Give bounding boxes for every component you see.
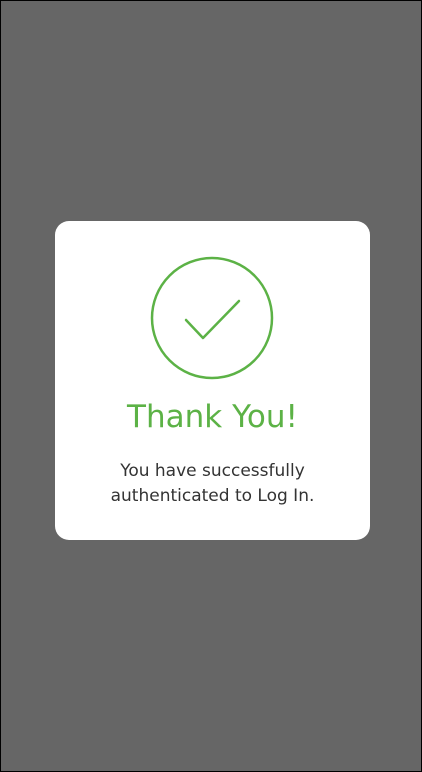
dialog-title: Thank You!	[127, 399, 298, 435]
dialog-message-line-2: authenticated to Log In.	[110, 486, 315, 506]
screen-backdrop: Thank You! You have successfully authent…	[0, 0, 422, 772]
dialog-message: You have successfully authenticated to L…	[75, 459, 350, 509]
check-circle-icon	[150, 256, 274, 380]
dialog-message-line-1: You have successfully	[120, 461, 305, 481]
check-circle-ring	[150, 256, 274, 380]
check-mark	[184, 299, 241, 340]
success-dialog: Thank You! You have successfully authent…	[55, 221, 370, 540]
